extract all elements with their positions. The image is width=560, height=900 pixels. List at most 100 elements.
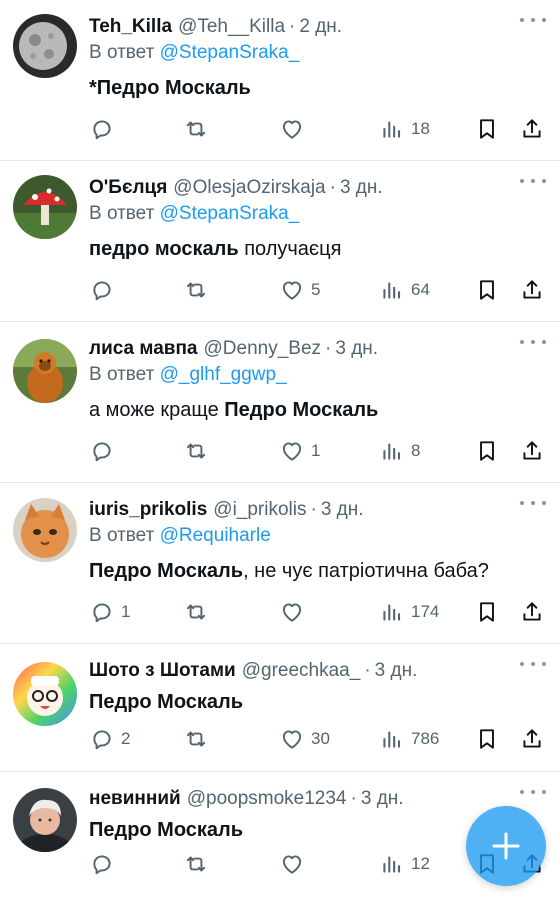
retweet-button[interactable] [183,599,209,625]
like-icon [282,442,302,461]
reply-button[interactable] [89,116,121,142]
like-button[interactable] [279,851,311,877]
reply-button[interactable] [89,851,121,877]
tweet[interactable]: О'Бєлця @OlesjaOzirskaja · 3 дн. В ответ… [0,161,560,322]
retweet-button[interactable] [183,277,209,303]
reply-mention[interactable]: @_glhf_ggwp_ [160,364,287,385]
views-icon [383,121,401,138]
reply-mention[interactable]: @Requiharle [160,525,271,546]
views-icon [383,731,401,748]
views-icon [383,282,401,299]
tweet-text-bold: Педро Москаль [89,560,244,582]
views-button[interactable]: 64 [379,277,430,303]
separator-dot: · [310,499,317,520]
views-button[interactable]: 18 [379,116,430,142]
like-button[interactable]: 1 [279,438,320,464]
author-name[interactable]: невинний [89,786,181,812]
reply-prefix: В ответ [89,364,160,385]
share-button[interactable] [519,438,545,464]
like-button[interactable] [279,599,311,625]
reply-prefix: В ответ [89,203,160,224]
author-handle[interactable]: @i_prikolis [213,497,306,523]
avatar[interactable] [13,14,77,78]
like-icon [282,120,302,139]
author-name[interactable]: лиса мавпа [89,336,198,362]
reply-button[interactable]: 2 [89,726,130,752]
more-icon[interactable] [520,14,546,26]
retweet-button[interactable] [183,116,209,142]
more-icon[interactable] [520,175,546,187]
bookmark-button[interactable] [474,116,500,142]
views-button[interactable]: 8 [379,438,420,464]
like-count: 30 [311,729,330,748]
share-icon [523,280,541,299]
retweet-button[interactable] [183,851,209,877]
author-handle[interactable]: @OlesjaOzirskaja [173,175,325,201]
timestamp[interactable]: 3 дн. [375,658,418,684]
reply-mention[interactable]: @StepanSraka_ [160,203,300,224]
bookmark-icon [480,729,494,749]
bookmark-button[interactable] [474,599,500,625]
tweet[interactable]: iuris_prikolis @i_prikolis · 3 дн. В отв… [0,483,560,644]
avatar[interactable] [13,498,77,562]
author-name[interactable]: О'Бєлця [89,175,167,201]
tweet-text-rest: получаєця [238,238,342,260]
bookmark-button[interactable] [474,277,500,303]
reply-prefix: В ответ [89,525,160,546]
tweet[interactable]: Teh_Killa @Teh__Killa · 2 дн. В ответ @S… [0,0,560,161]
like-icon [282,855,302,874]
timestamp[interactable]: 2 дн. [299,14,342,40]
like-button[interactable] [279,116,311,142]
share-button[interactable] [519,726,545,752]
avatar[interactable] [13,662,77,726]
bookmark-button[interactable] [474,438,500,464]
retweet-icon [186,604,206,620]
more-icon[interactable] [520,336,546,348]
more-icon[interactable] [520,497,546,509]
retweet-button[interactable] [183,726,209,752]
compose-icon [492,832,520,860]
timestamp[interactable]: 3 дн. [361,786,404,812]
views-button[interactable]: 12 [379,851,430,877]
avatar[interactable] [13,339,77,403]
reply-context: В ответ @_glhf_ggwp_ [89,362,546,388]
timestamp[interactable]: 3 дн. [335,336,378,362]
retweet-button[interactable] [183,438,209,464]
reply-button[interactable]: 1 [89,599,130,625]
reply-icon [93,442,111,462]
reply-mention[interactable]: @StepanSraka_ [160,42,300,63]
author-name[interactable]: Teh_Killa [89,14,172,40]
views-button[interactable]: 174 [379,599,439,625]
tweet-text-pre: а може краще [89,399,225,421]
views-button[interactable]: 786 [379,726,439,752]
tweet-text: Педро Москаль [89,688,546,716]
tweet[interactable]: лиса мавпа @Denny_Bez · 3 дн. В ответ @_… [0,322,560,483]
like-button[interactable]: 5 [279,277,320,303]
author-name[interactable]: iuris_prikolis [89,497,207,523]
retweet-icon [186,121,206,137]
more-icon[interactable] [520,658,546,670]
author-handle[interactable]: @Denny_Bez [204,336,322,362]
views-count: 786 [411,729,440,748]
author-handle[interactable]: @poopsmoke1234 [187,786,347,812]
bookmark-button[interactable] [474,726,500,752]
like-button[interactable]: 30 [279,726,330,752]
author-handle[interactable]: @greechkaa_ [242,658,361,684]
views-count: 12 [411,854,430,873]
more-icon[interactable] [520,786,546,798]
timestamp[interactable]: 3 дн. [340,175,383,201]
share-button[interactable] [519,599,545,625]
share-button[interactable] [519,116,545,142]
author-name[interactable]: Шото з Шотами [89,658,236,684]
avatar[interactable] [13,788,77,852]
timestamp[interactable]: 3 дн. [321,497,364,523]
reply-button[interactable] [89,277,121,303]
author-handle[interactable]: @Teh__Killa [178,14,285,40]
reply-button[interactable] [89,438,121,464]
tweet[interactable]: Шото з Шотами @greechkaa_ · 3 дн. Педро … [0,644,560,772]
share-button[interactable] [519,277,545,303]
avatar[interactable] [13,175,77,239]
reply-icon [93,120,111,140]
compose-button[interactable] [466,806,546,886]
views-count: 8 [411,441,421,460]
